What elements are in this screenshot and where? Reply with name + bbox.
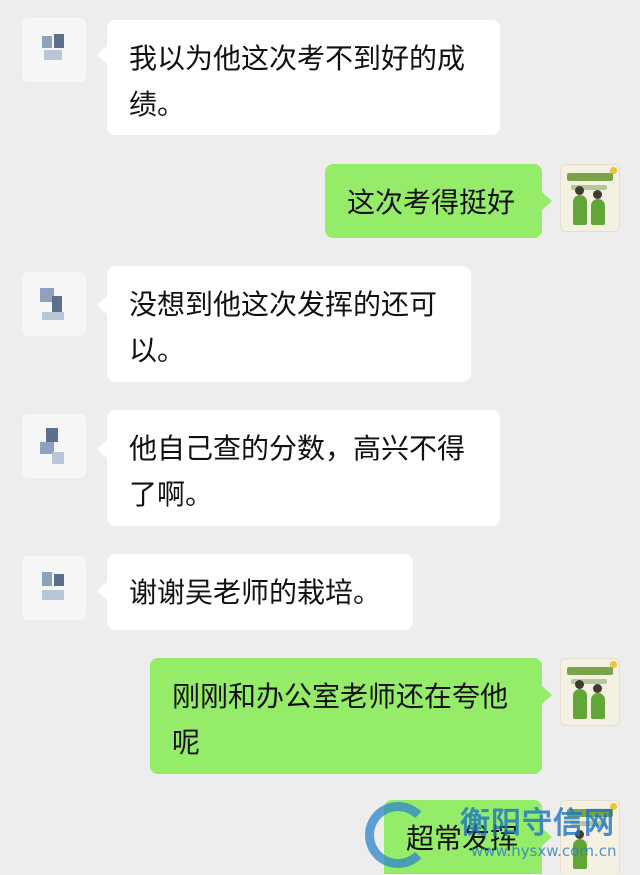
message-text: 我以为他这次考不到好的成绩。 — [129, 42, 466, 121]
watermark-title: 衡阳守信网 — [460, 806, 615, 841]
message-bubble[interactable]: 没想到他这次发挥的还可以。 — [107, 266, 471, 382]
message-text: 没想到他这次发挥的还可以。 — [129, 288, 438, 367]
poster-figure — [573, 689, 587, 719]
bubble-tail — [542, 192, 552, 210]
message-bubble[interactable]: 他自己查的分数，高兴不得了啊。 — [107, 410, 500, 526]
contact-avatar[interactable] — [22, 18, 86, 82]
avatar-mosaic — [54, 574, 64, 586]
watermark-logo-icon — [365, 802, 431, 868]
self-avatar[interactable] — [560, 164, 620, 232]
contact-avatar[interactable] — [22, 414, 86, 478]
avatar-mosaic — [42, 36, 52, 48]
message-text: 这次考得挺好 — [347, 186, 516, 219]
message-text: 谢谢吴老师的栽培。 — [129, 576, 382, 609]
poster-figure — [591, 199, 605, 225]
contact-avatar[interactable] — [22, 556, 86, 620]
message-bubble[interactable]: 谢谢吴老师的栽培。 — [107, 554, 413, 630]
poster-banner — [567, 667, 613, 675]
poster-figure — [573, 195, 587, 225]
avatar-mosaic — [46, 428, 58, 442]
bubble-tail — [542, 686, 552, 704]
avatar-mosaic — [52, 452, 64, 464]
avatar-mosaic — [44, 50, 62, 60]
poster-figure-head — [575, 186, 584, 195]
self-avatar[interactable] — [560, 658, 620, 726]
poster-figure-head — [593, 684, 602, 693]
message-bubble[interactable]: 刚刚和办公室老师还在夸他呢 — [150, 658, 542, 774]
poster-figure-head — [593, 190, 602, 199]
avatar-mosaic — [54, 34, 64, 48]
avatar-mosaic — [42, 572, 52, 586]
avatar-mosaic — [42, 312, 64, 320]
poster-figure — [591, 693, 605, 719]
bubble-tail — [97, 440, 107, 458]
bubble-tail — [97, 46, 107, 64]
poster-figure-head — [575, 680, 584, 689]
contact-avatar[interactable] — [22, 272, 86, 336]
message-bubble[interactable]: 这次考得挺好 — [325, 164, 542, 238]
watermark-url: www.hysxw.com.cn — [471, 842, 617, 860]
watermark: 衡阳守信网 www.hysxw.com.cn — [365, 790, 640, 874]
avatar-mosaic — [42, 590, 64, 600]
message-text: 他自己查的分数，高兴不得了啊。 — [129, 432, 466, 511]
message-text: 刚刚和办公室老师还在夸他呢 — [172, 680, 509, 759]
bubble-tail — [97, 582, 107, 600]
bubble-tail — [97, 296, 107, 314]
message-bubble[interactable]: 我以为他这次考不到好的成绩。 — [107, 20, 500, 135]
poster-banner — [567, 173, 613, 181]
